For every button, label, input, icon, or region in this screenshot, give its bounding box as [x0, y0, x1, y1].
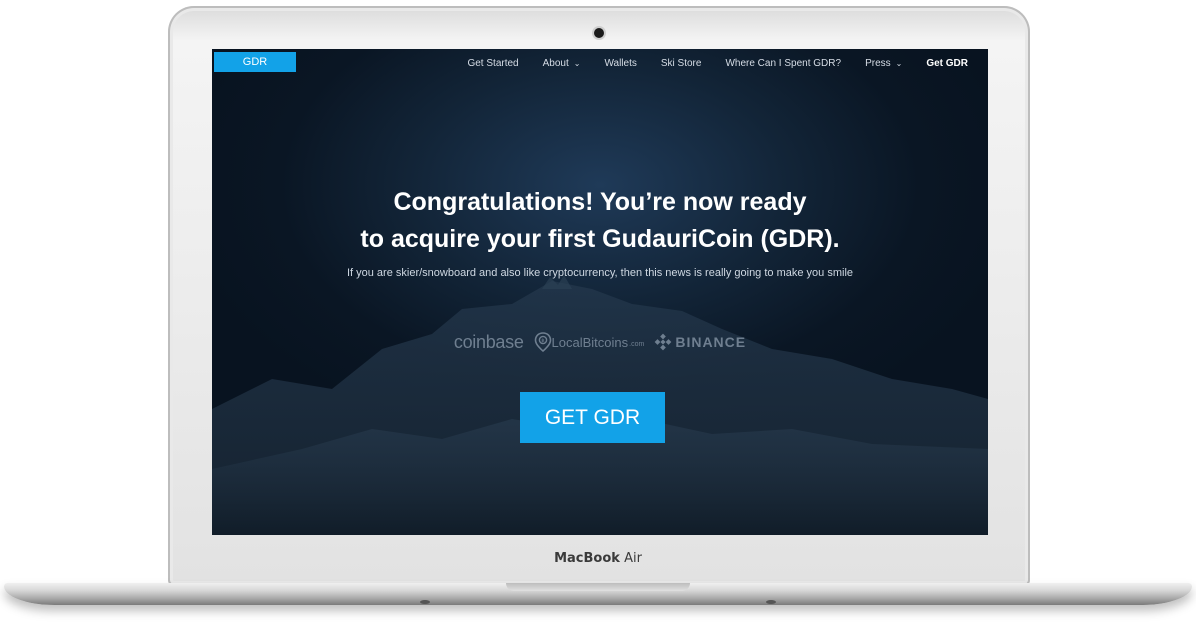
binance-label: BINANCE [675, 334, 747, 350]
nav-item-press[interactable]: Press ⌄ [865, 58, 902, 69]
localbitcoins-logo: ฿ LocalBitcoins .com [534, 332, 645, 352]
localbitcoins-label: LocalBitcoins [551, 334, 629, 350]
hero-subtitle: If you are skier/snowboard and also like… [346, 267, 854, 279]
binance-logo: BINANCE [654, 333, 746, 351]
laptop-mockup: GDR Get Started About ⌄ Wallets Ski Stor… [0, 0, 1196, 629]
nav-item-get-gdr[interactable]: Get GDR [926, 58, 968, 69]
website-screen: GDR Get Started About ⌄ Wallets Ski Stor… [212, 49, 988, 535]
nav-item-label: About [542, 57, 569, 69]
nav-item-wallets[interactable]: Wallets [604, 58, 636, 69]
hero-headline: Congratulations! You’re now ready to acq… [212, 184, 988, 258]
localbitcoins-domain: .com [629, 341, 645, 348]
top-navigation: GDR Get Started About ⌄ Wallets Ski Stor… [212, 49, 988, 77]
svg-text:฿: ฿ [541, 338, 544, 344]
laptop-foot [766, 600, 776, 604]
nav-item-label: Get Started [467, 57, 519, 69]
nav-item-label: Press [865, 57, 891, 69]
webcam-icon [594, 28, 604, 38]
nav-menu: Get Started About ⌄ Wallets Ski Store Wh… [443, 49, 968, 77]
device-label-light: Air [624, 551, 642, 566]
binance-diamond-icon [654, 333, 672, 351]
get-gdr-button[interactable]: GET GDR [520, 392, 665, 443]
laptop-hinge-notch [506, 583, 690, 591]
coinbase-logo: coinbase [453, 331, 524, 352]
chevron-down-icon: ⌄ [573, 58, 581, 68]
location-pin-icon: ฿ [534, 332, 551, 352]
device-label: MacBook Air [0, 551, 1196, 566]
nav-item-label: Get GDR [926, 57, 968, 69]
nav-item-label: Ski Store [660, 57, 702, 69]
nav-item-ski-store[interactable]: Ski Store [661, 58, 702, 69]
hero-headline-line1: Congratulations! You’re now ready [393, 188, 807, 216]
nav-item-get-started[interactable]: Get Started [467, 58, 518, 69]
hero-headline-line2: to acquire your first GudauriCoin (GDR). [360, 225, 840, 253]
nav-item-about[interactable]: About ⌄ [543, 58, 581, 69]
nav-item-label: Where Can I Spent GDR? [725, 57, 842, 69]
chevron-down-icon: ⌄ [895, 58, 903, 68]
nav-item-label: Wallets [604, 57, 637, 69]
device-label-bold: MacBook [554, 551, 620, 566]
laptop-foot [420, 600, 430, 604]
site-logo[interactable]: GDR [214, 52, 296, 72]
partner-logos: coinbase ฿ LocalBitcoins .com BINANCE [212, 329, 988, 355]
nav-item-where-spend[interactable]: Where Can I Spent GDR? [725, 58, 841, 69]
mountain-background [212, 275, 988, 535]
